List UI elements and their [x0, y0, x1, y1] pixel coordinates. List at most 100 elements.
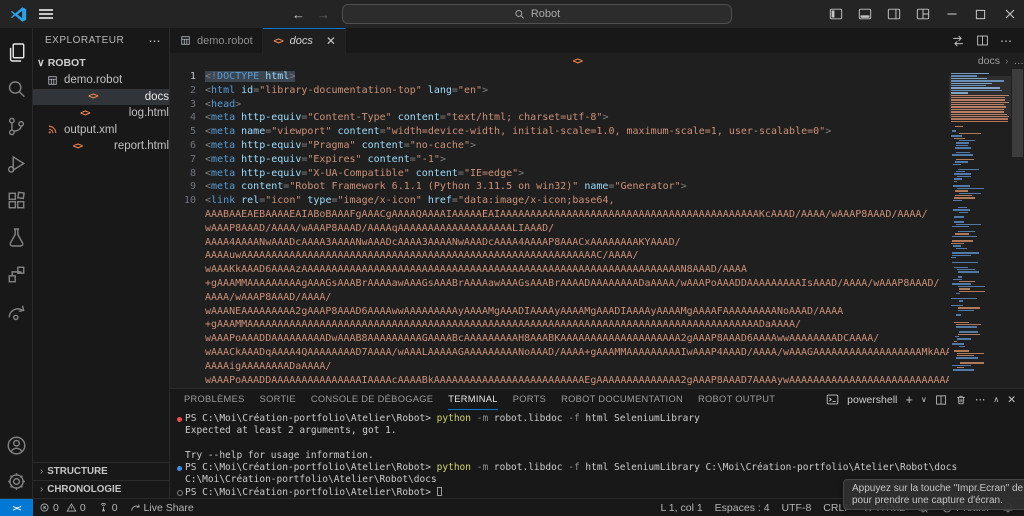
robot-file-icon	[46, 75, 59, 86]
code-wrap-line: wAAAP8AAAD/AAAA/wAAAP8AAAD/AAAAqAAAAAAAA…	[205, 222, 555, 234]
file-item-report-html[interactable]: <> report.html	[33, 138, 169, 155]
compare-changes-icon[interactable]	[951, 34, 965, 48]
command-center-search[interactable]: Robot	[342, 4, 732, 24]
breadcrumb[interactable]: <> docs › …	[170, 53, 1024, 69]
minimap[interactable]	[949, 69, 1011, 388]
new-terminal-icon[interactable]: +	[905, 392, 913, 407]
scrollbar-thumb[interactable]	[1012, 69, 1023, 157]
live-share-icon[interactable]	[0, 293, 33, 330]
breadcrumb-separator: ›	[1005, 55, 1009, 67]
section-timeline[interactable]: › CHRONOLOGIE	[33, 480, 169, 498]
toggle-sidebar-icon[interactable]	[821, 0, 850, 28]
explorer-more-actions-icon[interactable]: ⋯	[149, 34, 162, 48]
code-wrap-line: wAAACkAAADqAAAA4QAAAAAAAAD7AAAA/wAAALAAA…	[205, 346, 949, 358]
live-share-status-icon	[130, 504, 140, 511]
panel-tab-console-de-d-bogage[interactable]: CONSOLE DE DÉBOGAGE	[311, 389, 433, 410]
panel-tabs: PROBLÈMES SORTIE CONSOLE DE DÉBOGAGE TERMIN…	[184, 389, 790, 410]
robot-file-icon	[179, 35, 192, 46]
testing-icon[interactable]	[0, 219, 33, 256]
code-line: 4 <meta http-equiv="Content-Type" content…	[189, 112, 609, 124]
customize-layout-icon[interactable]	[908, 0, 937, 28]
explorer-icon[interactable]	[0, 34, 33, 71]
close-tab-icon[interactable]: ✕	[326, 34, 336, 48]
panel-tab-robot-output[interactable]: ROBOT OUTPUT	[698, 389, 775, 410]
search-sidebar-icon[interactable]	[0, 71, 33, 108]
status-line-col[interactable]: L 1, col 1	[654, 499, 708, 516]
chevron-right-icon: ›	[40, 466, 44, 477]
status-live-share[interactable]: Live Share	[124, 499, 200, 516]
minimap-slider[interactable]	[949, 76, 1011, 118]
code-line: 5 <meta name="viewport" content="width=de…	[189, 126, 832, 138]
menu-icon[interactable]	[39, 7, 53, 22]
code-wrap-line: +gAAAMMAAAAAAAAAAAAAAAAAAAAAAAAAAAAAAAAA…	[205, 319, 802, 331]
extensions-icon[interactable]	[0, 182, 33, 219]
maximize-panel-icon[interactable]: ∧	[993, 395, 999, 404]
editor-scrollbar[interactable]	[1011, 69, 1024, 388]
file-item-docs[interactable]: <> docs	[33, 88, 169, 105]
status-indentation[interactable]: Espaces : 4	[709, 499, 776, 516]
status-problems[interactable]: 0 0	[33, 499, 92, 516]
panel-tab-terminal[interactable]: TERMINAL	[448, 389, 498, 410]
remote-icon: ><	[12, 502, 22, 513]
kill-terminal-icon[interactable]	[955, 394, 967, 406]
explorer-title: EXPLORATEUR	[45, 35, 125, 46]
code-wrap-line: +gAAAMMAAAAAAAAAgAAAGsAAABrAAAAawAAAGsAA…	[205, 277, 940, 289]
terminal-shell-label[interactable]: powershell	[847, 394, 897, 406]
powershell-terminal-icon	[826, 393, 839, 406]
notification-toast[interactable]: Appuyez sur la touche "Impr.Ecran" de vo…	[843, 479, 1024, 510]
panel-tab-robot-documentation[interactable]: ROBOT DOCUMENTATION	[561, 389, 683, 410]
code-line: 9 <meta content="Robot Framework 6.1.1 (P…	[189, 181, 687, 193]
panel-tab-sortie[interactable]: SORTIE	[260, 389, 296, 410]
account-icon[interactable]	[0, 427, 33, 464]
command-decoration-red	[174, 413, 185, 425]
run-debug-icon[interactable]	[0, 145, 33, 182]
split-editor-icon[interactable]	[976, 34, 989, 47]
file-item-output-xml[interactable]: output.xml	[33, 122, 169, 139]
code-line: 8 <meta http-equiv="X-UA-Compatible" cont…	[189, 167, 525, 179]
split-terminal-icon[interactable]	[935, 394, 947, 406]
error-icon	[40, 503, 49, 512]
panel-tab-ports[interactable]: PORTS	[513, 389, 546, 410]
panel-more-actions-icon[interactable]: ⋯	[975, 394, 986, 406]
radio-tower-icon	[100, 503, 106, 512]
terminal-dropdown-icon[interactable]: ∨	[921, 395, 927, 404]
chevron-down-icon: ∨	[37, 56, 45, 69]
close-icon[interactable]	[995, 0, 1024, 28]
symbols-icon[interactable]	[0, 256, 33, 293]
terminal-line	[174, 438, 1024, 450]
code-wrap-line: wAAAKkAAAD6AAAAzAAAAAAAAAAAAAAAAAAAAAAAA…	[205, 264, 747, 276]
section-structure[interactable]: › STRUCTURE	[33, 462, 169, 480]
status-ports[interactable]: 0	[92, 499, 124, 516]
folder-root[interactable]: ∨ ROBOT	[33, 53, 169, 72]
code-wrap-line: wAAAPoAAADDAAAAAAAAADwAAAB8AAAAAAAAAGAAA…	[205, 333, 880, 345]
code-wrap-line: wAAAPoAAADDAAAAAAAAAAAAAAAIAAAAcAAAABkAA…	[205, 374, 949, 386]
tab-bar: demo.robot <> docs ✕ ⋯	[170, 28, 1024, 53]
file-item-log-html[interactable]: <> log.html	[33, 105, 169, 122]
command-decoration-none	[174, 438, 185, 450]
source-control-icon[interactable]	[0, 108, 33, 145]
rss-file-icon	[46, 124, 59, 135]
status-encoding[interactable]: UTF-8	[776, 499, 818, 516]
tab-docs[interactable]: <> docs ✕	[262, 28, 346, 53]
toggle-secondary-sidebar-icon[interactable]	[879, 0, 908, 28]
code-wrap-line: AAAA/wAAAP8AAAD/AAAA/	[205, 291, 332, 303]
maximize-icon[interactable]	[966, 0, 995, 28]
panel-tab-probl-mes[interactable]: PROBLÈMES	[184, 389, 245, 410]
minimize-icon[interactable]	[937, 0, 966, 28]
nav-back-icon[interactable]: ←	[292, 7, 305, 22]
editor-more-actions-icon[interactable]: ⋯	[1000, 34, 1012, 48]
tab-demo-robot[interactable]: demo.robot	[170, 28, 263, 53]
code-editor[interactable]: 1 <!DOCTYPE html> 2 <html id="library-docum…	[170, 69, 949, 388]
close-panel-icon[interactable]: ✕	[1007, 394, 1016, 406]
command-decoration-blue	[174, 462, 185, 474]
command-decoration-none	[174, 450, 185, 462]
code-wrap-line: AAAAuwAAAAAAAAAAAAAAAAAAAAAAAAAAAAAAAAAA…	[205, 250, 639, 262]
terminal-line: Try --help for usage information.	[174, 450, 1024, 462]
vscode-window: ← → Robot EXPLORATEUR ⋯ ∨ ROBOT demo.rob…	[0, 0, 1024, 516]
settings-gear-icon[interactable]	[0, 464, 33, 498]
remote-indicator[interactable]: ><	[0, 499, 33, 516]
file-item-demo-robot[interactable]: demo.robot	[33, 72, 169, 89]
search-value: Robot	[530, 8, 561, 20]
command-decoration-hollow	[174, 487, 185, 499]
toggle-panel-icon[interactable]	[850, 0, 879, 28]
